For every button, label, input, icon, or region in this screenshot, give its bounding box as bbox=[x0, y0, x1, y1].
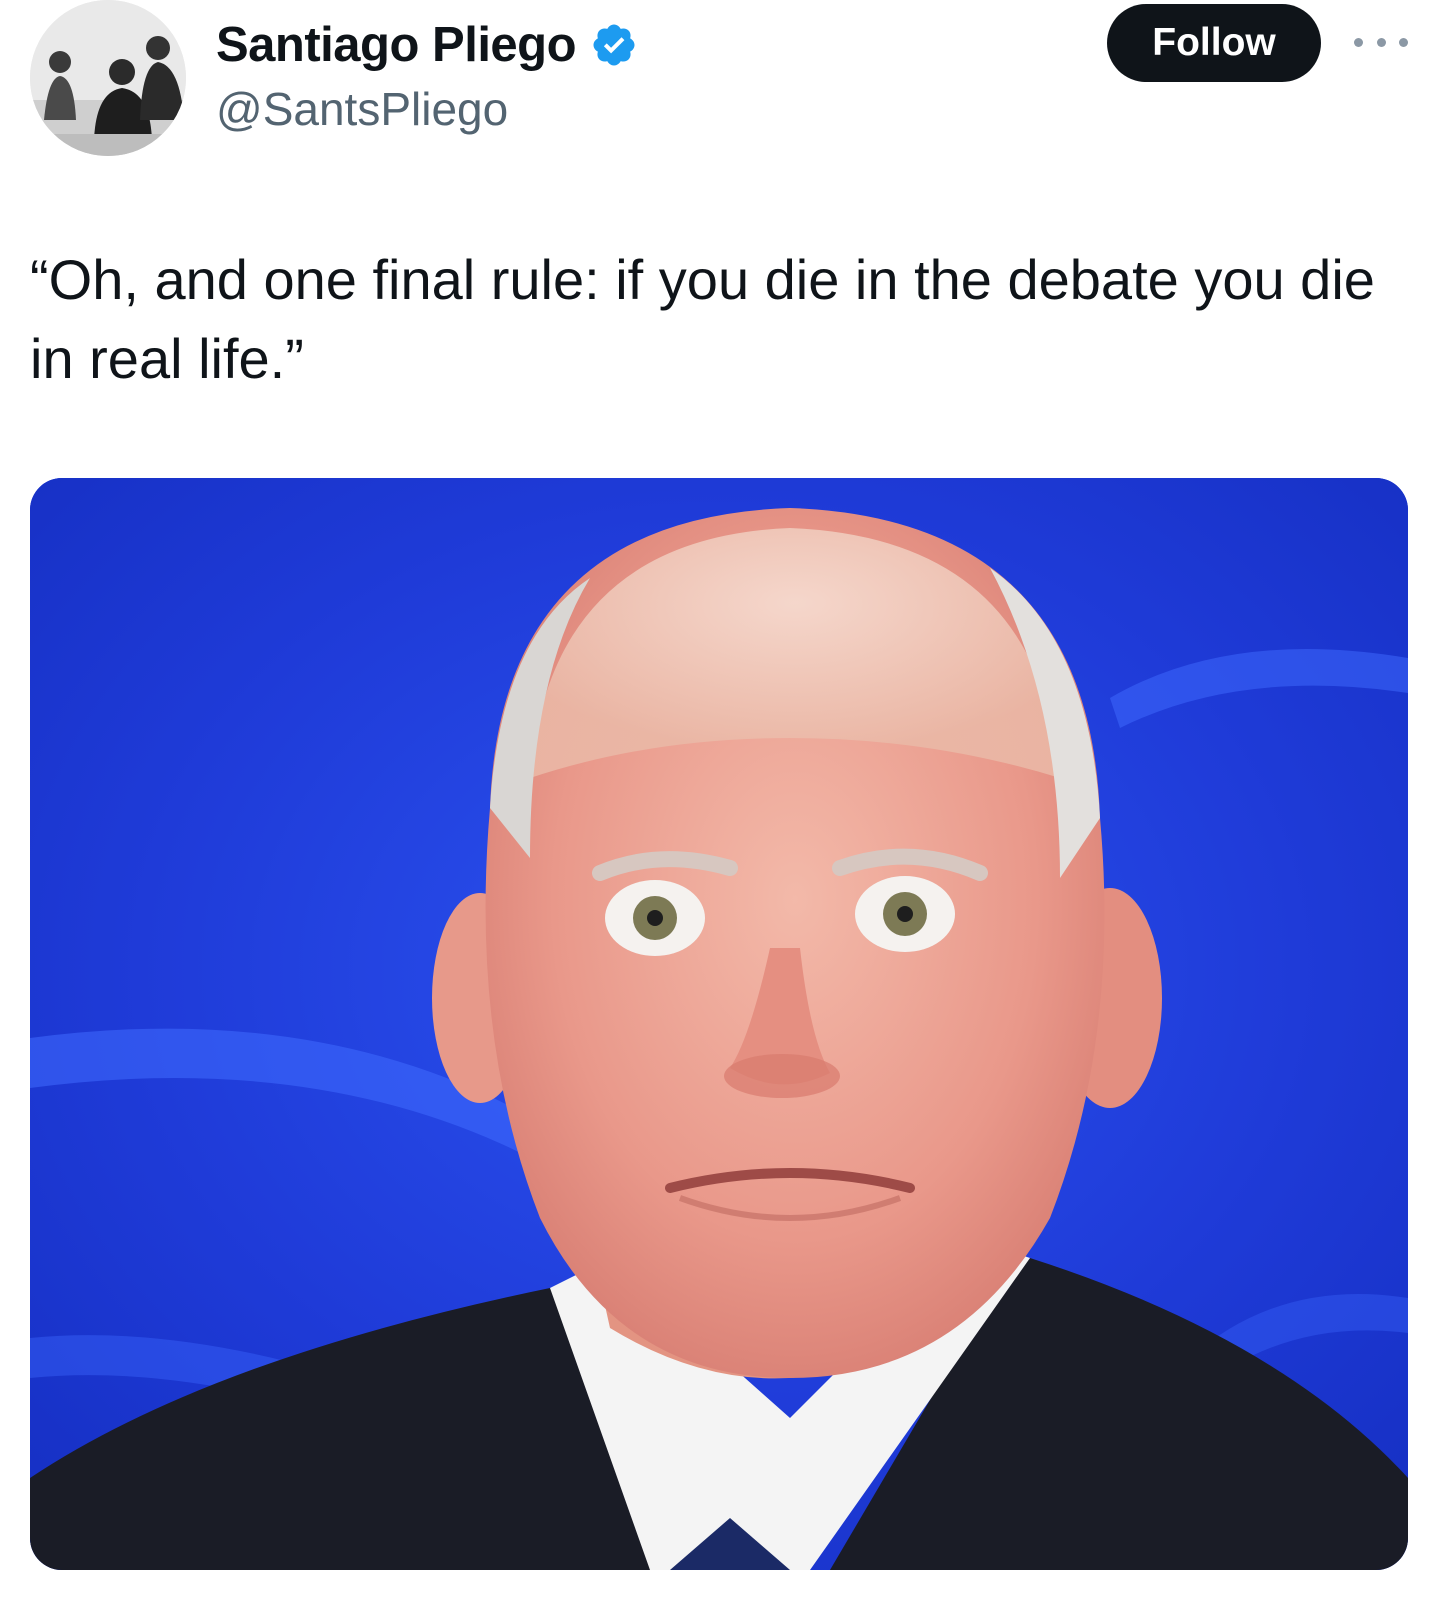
photo-man-wide-eyed-icon bbox=[30, 478, 1408, 1570]
dot bbox=[1354, 37, 1363, 47]
verified-badge-icon bbox=[590, 21, 638, 69]
author-name-row: Santiago Pliego bbox=[216, 14, 638, 76]
tweet-media-image[interactable] bbox=[30, 478, 1408, 1570]
group-photo-avatar-icon bbox=[30, 0, 186, 156]
dot bbox=[1376, 37, 1386, 47]
author-avatar[interactable] bbox=[30, 0, 186, 156]
dot bbox=[1399, 37, 1408, 47]
tweet-text: “Oh, and one final rule: if you die in t… bbox=[30, 248, 1375, 390]
author-handle[interactable]: @SantsPliego bbox=[216, 82, 508, 136]
author-display-name[interactable]: Santiago Pliego bbox=[216, 17, 577, 73]
follow-button[interactable]: Follow bbox=[1107, 4, 1321, 82]
more-options-icon[interactable] bbox=[1354, 26, 1408, 58]
